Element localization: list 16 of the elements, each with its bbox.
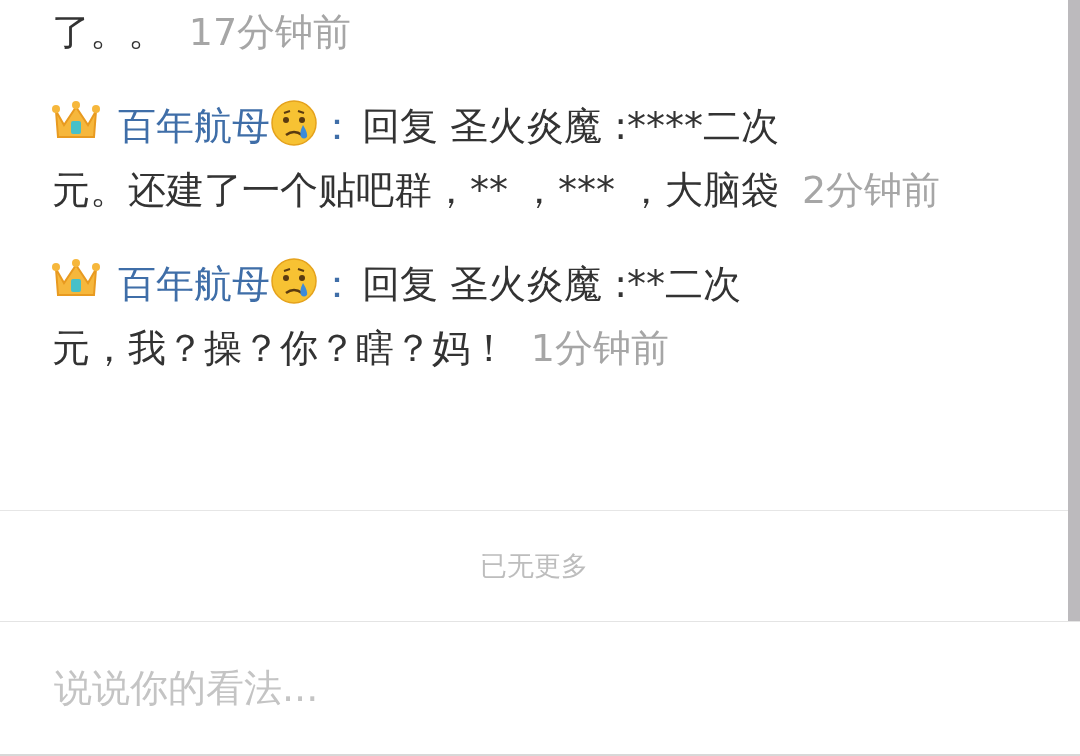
comment-time: 2分钟前 <box>801 168 941 212</box>
comment-time: 17分钟前 <box>188 10 352 54</box>
comment-text: 元，我？操？你？瞎？妈！ <box>52 326 508 370</box>
username-link[interactable]: 百年航母 <box>118 262 270 306</box>
comment-text: 了。。 <box>52 10 166 54</box>
comment-time: 1分钟前 <box>530 326 669 370</box>
comment-input-field[interactable]: 说说你的看法... <box>52 665 1028 711</box>
comment-text: 元。还建了一个贴吧群，** ，*** ，大脑袋 <box>52 168 780 212</box>
comment-text: 回复 圣火炎魔 :**二次 <box>362 262 741 306</box>
comment-text: 回复 圣火炎魔 :****二次 <box>362 104 779 148</box>
no-more-label: 已无更多 <box>480 549 588 583</box>
colon: ： <box>318 104 356 148</box>
colon: ： <box>318 262 356 306</box>
crying-face-icon <box>270 257 318 305</box>
username-link[interactable]: 百年航母 <box>118 104 270 148</box>
crying-face-icon <box>270 99 318 147</box>
